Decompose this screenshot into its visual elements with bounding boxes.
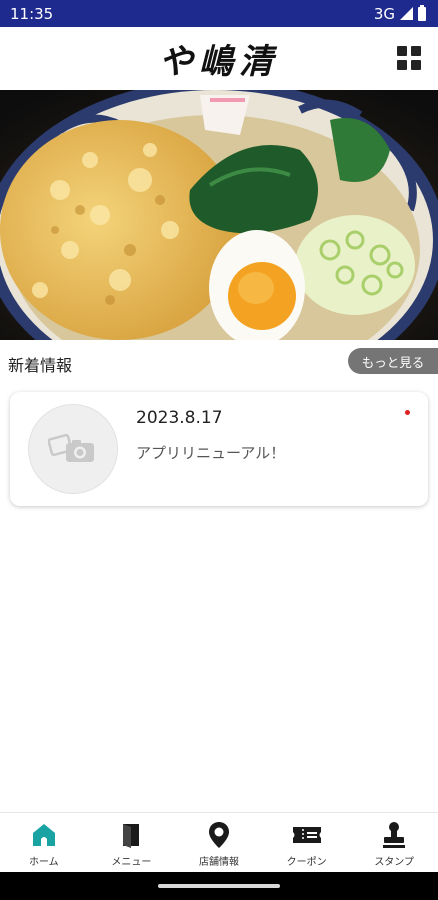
status-bar: 11:35 3G xyxy=(0,0,438,27)
network-type: 3G xyxy=(373,4,395,23)
nav-label-store-info: 店舗情報 xyxy=(198,857,239,868)
app-logo: や嶋清 xyxy=(159,42,279,82)
signal-icon xyxy=(400,7,413,20)
book-icon xyxy=(123,824,140,848)
home-gesture-bar[interactable] xyxy=(158,884,280,888)
home-icon xyxy=(32,824,55,846)
nav-coupon[interactable]: クーポン xyxy=(263,813,351,872)
nav-home[interactable]: ホーム xyxy=(0,813,88,872)
nav-label-menu: メニュー xyxy=(111,857,152,868)
news-text: アプリリニューアル！ xyxy=(136,444,286,462)
news-card[interactable]: 2023.8.17 アプリリニューアル！ xyxy=(10,392,428,506)
news-thumbnail xyxy=(28,404,118,494)
nav-label-home: ホーム xyxy=(28,857,59,868)
noodle-bowl-photo xyxy=(0,90,438,340)
news-date: 2023.8.17 xyxy=(136,408,223,428)
unread-indicator xyxy=(405,410,410,415)
nav-menu[interactable]: メニュー xyxy=(88,813,176,872)
ticket-icon xyxy=(292,827,321,843)
photo-placeholder-icon xyxy=(48,433,94,462)
bottom-navigation: ホーム メニュー 店舗情報 クーポン スタンプ xyxy=(0,812,438,872)
see-more-button[interactable]: もっと見る xyxy=(348,348,438,374)
status-time: 11:35 xyxy=(10,4,54,23)
app-header: や嶋清 xyxy=(0,27,438,90)
news-section-header: 新着情報 もっと見る xyxy=(0,345,438,377)
status-indicators: 3G xyxy=(373,4,426,23)
map-pin-icon xyxy=(208,822,229,848)
news-section-title: 新着情報 xyxy=(8,356,73,375)
system-navigation-bar xyxy=(0,872,438,900)
hero-image xyxy=(0,90,438,340)
nav-store-info[interactable]: 店舗情報 xyxy=(175,813,263,872)
nav-stamp[interactable]: スタンプ xyxy=(350,813,438,872)
stamp-icon xyxy=(383,822,406,848)
nav-label-stamp: スタンプ xyxy=(374,857,415,868)
battery-icon xyxy=(418,4,426,21)
grid-menu-icon[interactable] xyxy=(397,46,421,70)
nav-label-coupon: クーポン xyxy=(286,857,327,868)
